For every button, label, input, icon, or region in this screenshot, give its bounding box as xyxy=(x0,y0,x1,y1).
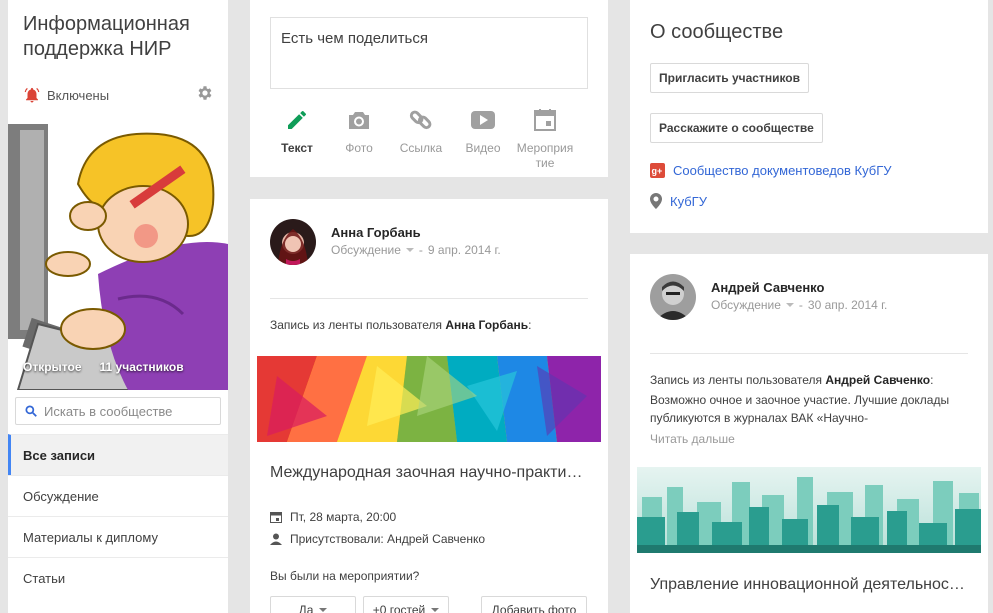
calendar-icon xyxy=(270,512,282,523)
event-date: Пт, 28 марта, 20:00 xyxy=(290,510,397,524)
event-attended-row: Присутствовали: Андрей Савченко xyxy=(270,532,485,546)
chevron-down-icon xyxy=(319,608,328,612)
google-plus-icon: g+ xyxy=(650,163,665,178)
share-link-label: Ссылка xyxy=(399,141,443,155)
members-count[interactable]: 11 участников xyxy=(100,360,184,374)
post-author[interactable]: Анна Горбань xyxy=(331,225,421,240)
notifications-toggle[interactable]: Включены xyxy=(23,86,109,104)
post-meta: Обсуждение - 30 апр. 2014 г. xyxy=(711,298,888,312)
share-photo-button[interactable]: Фото xyxy=(328,104,390,171)
share-video-button[interactable]: Видео xyxy=(452,104,514,171)
repost-author[interactable]: Анна Горбань xyxy=(445,318,528,332)
share-text-button[interactable]: Текст xyxy=(266,104,328,171)
attendance-question: Вы были на мероприятии? xyxy=(270,569,420,583)
add-photo-button[interactable]: Добавить фото xyxy=(481,596,587,613)
community-sidebar: Информационная поддержка НИР Включены От… xyxy=(8,0,228,613)
post-author[interactable]: Андрей Савченко xyxy=(711,280,824,295)
link-icon xyxy=(409,110,432,130)
person-icon xyxy=(270,533,282,545)
bell-icon xyxy=(23,86,41,104)
post-card-anna: Анна Горбань Обсуждение - 9 апр. 2014 г.… xyxy=(250,199,608,613)
post-category[interactable]: Обсуждение xyxy=(711,298,781,312)
notifications-status: Включены xyxy=(47,87,110,103)
divider xyxy=(650,353,968,354)
post-card-andrey: Андрей Савченко Обсуждение - 30 апр. 201… xyxy=(630,254,988,613)
privacy-label: Открытое xyxy=(23,360,82,374)
share-actions: Текст Фото Ссылка Видео Мероприя тие xyxy=(266,104,576,171)
post-meta: Обсуждение - 9 апр. 2014 г. xyxy=(331,243,501,257)
nav-item-all-posts[interactable]: Все записи xyxy=(8,434,228,475)
chevron-down-icon[interactable] xyxy=(785,303,794,307)
search-icon xyxy=(25,405,37,417)
event-date-row: Пт, 28 марта, 20:00 xyxy=(270,510,396,524)
svg-text:g+: g+ xyxy=(652,166,663,176)
camera-icon xyxy=(349,112,369,129)
share-community-button[interactable]: Расскажите о сообществе xyxy=(650,113,823,143)
category-nav: Все записи Обсуждение Материалы к диплом… xyxy=(8,434,228,598)
share-event-button[interactable]: Мероприя тие xyxy=(514,104,576,171)
guests-dropdown[interactable]: +0 гостей xyxy=(363,596,449,613)
post-date[interactable]: 9 апр. 2014 г. xyxy=(428,243,501,257)
repost-line: Запись из ленты пользователя Андрей Савч… xyxy=(650,373,934,387)
share-text-label: Текст xyxy=(281,141,313,155)
post-date[interactable]: 30 апр. 2014 г. xyxy=(808,298,887,312)
location-link[interactable]: КубГУ xyxy=(650,193,707,209)
invite-members-button[interactable]: Пригласить участников xyxy=(650,63,810,93)
repost-line: Запись из ленты пользователя Анна Горбан… xyxy=(270,318,532,332)
post-banner-image[interactable] xyxy=(637,467,981,553)
search-input[interactable] xyxy=(44,403,214,419)
avatar[interactable] xyxy=(650,274,696,320)
repost-author[interactable]: Андрей Савченко xyxy=(825,373,930,387)
event-icon xyxy=(534,109,556,131)
location-pin-icon xyxy=(650,193,662,209)
chevron-down-icon[interactable] xyxy=(405,248,414,252)
post-text: Возможно очное и заочное участие. Лучшие… xyxy=(650,393,950,425)
nav-item-diploma-materials[interactable]: Материалы к диплому xyxy=(8,516,228,557)
divider xyxy=(270,298,588,299)
nav-item-articles[interactable]: Статьи xyxy=(8,557,228,598)
about-title: О сообществе xyxy=(650,21,784,43)
nav-item-discussion[interactable]: Обсуждение xyxy=(8,475,228,516)
video-icon xyxy=(471,111,495,129)
gear-icon[interactable] xyxy=(196,84,214,102)
share-photo-label: Фото xyxy=(345,141,373,155)
chevron-down-icon xyxy=(431,608,440,612)
event-attended[interactable]: Присутствовали: Андрей Савченко xyxy=(290,532,485,546)
cover-info: Открытое 11 участников xyxy=(23,360,184,374)
post-category[interactable]: Обсуждение xyxy=(331,243,401,257)
gplus-community-link[interactable]: g+ Сообщество документоведов КубГУ xyxy=(650,163,892,178)
community-search[interactable] xyxy=(15,397,221,425)
share-box: Есть чем поделиться Текст Фото Ссылка Ви… xyxy=(250,0,608,177)
about-community-card: О сообществе Пригласить участников Расск… xyxy=(630,0,988,233)
community-title: Информационная поддержка НИР xyxy=(23,13,190,60)
share-input[interactable]: Есть чем поделиться xyxy=(270,17,588,89)
event-banner-image[interactable] xyxy=(257,356,601,442)
share-event-label: Мероприя тие xyxy=(516,141,574,170)
avatar[interactable] xyxy=(270,219,316,265)
pencil-icon xyxy=(288,111,306,129)
share-link-button[interactable]: Ссылка xyxy=(390,104,452,171)
share-video-label: Видео xyxy=(465,141,501,155)
community-cover-image: Открытое 11 участников xyxy=(8,124,228,390)
post-title[interactable]: Управление инновационной деятельностью xyxy=(650,576,968,594)
read-more-link[interactable]: Читать дальше xyxy=(650,432,735,446)
event-title[interactable]: Международная заочная научно-практическа… xyxy=(270,464,588,482)
attendance-yes-dropdown[interactable]: Да xyxy=(270,596,356,613)
